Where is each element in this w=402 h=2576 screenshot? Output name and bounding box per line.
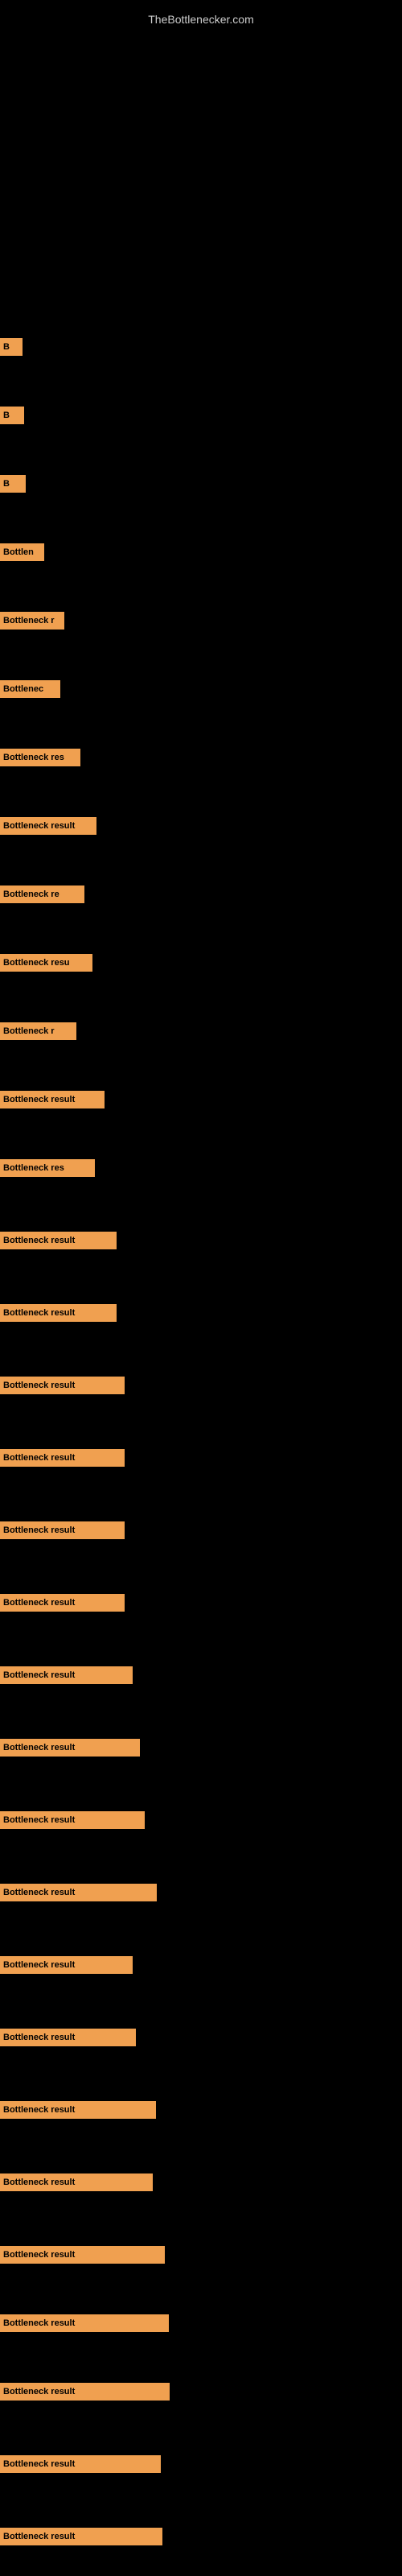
bar-label: B [3,411,10,420]
bar-label: Bottleneck result [3,1888,75,1897]
bar-row-13: Bottleneck res [0,1159,95,1177]
bar-row-23: Bottleneck result [0,1884,157,1901]
bar-row-3: B [0,475,26,493]
site-title: TheBottlenecker.com [0,6,402,32]
bar-row-31: Bottleneck result [0,2455,161,2473]
bar-label: Bottleneck result [3,2250,75,2260]
bar-label: B [3,479,10,489]
bar-label: Bottleneck result [3,1236,75,1245]
bar-label: Bottleneck result [3,1960,75,1970]
bar-row-24: Bottleneck result [0,1956,133,1974]
bar-row-9: Bottleneck re [0,886,84,903]
bar-label: Bottleneck result [3,821,75,831]
bar-row-12: Bottleneck result [0,1091,105,1108]
bar-row-8: Bottleneck result [0,817,96,835]
bar-row-27: Bottleneck result [0,2174,153,2191]
bar-label: Bottleneck result [3,2105,75,2115]
bar-row-29: Bottleneck result [0,2314,169,2332]
bar-label: Bottleneck r [3,616,55,625]
bar-label: Bottleneck result [3,1815,75,1825]
bar-row-2: B [0,407,24,424]
bar-row-7: Bottleneck res [0,749,80,766]
bar-label: Bottleneck result [3,1308,75,1318]
bar-label: Bottleneck result [3,1453,75,1463]
bar-row-14: Bottleneck result [0,1232,117,1249]
bar-row-21: Bottleneck result [0,1739,140,1757]
bar-row-6: Bottlenec [0,680,60,698]
bar-label: Bottleneck result [3,2318,75,2328]
bar-label: Bottleneck res [3,1163,64,1173]
bar-row-26: Bottleneck result [0,2101,156,2119]
bar-row-28: Bottleneck result [0,2246,165,2264]
bar-label: Bottleneck result [3,1381,75,1390]
bar-label: Bottleneck r [3,1026,55,1036]
bar-label: B [3,342,10,352]
bar-row-32: Bottleneck result [0,2528,162,2545]
bar-label: Bottleneck result [3,1525,75,1535]
bar-label: Bottleneck result [3,2459,75,2469]
bar-row-5: Bottleneck r [0,612,64,630]
bar-label: Bottleneck result [3,1095,75,1104]
bar-label: Bottleneck result [3,2178,75,2187]
bar-row-19: Bottleneck result [0,1594,125,1612]
bar-row-17: Bottleneck result [0,1449,125,1467]
bar-label: Bottleneck result [3,1743,75,1752]
bar-label: Bottleneck result [3,2387,75,2396]
bar-row-1: B [0,338,23,356]
bar-label: Bottleneck result [3,2033,75,2042]
bar-row-15: Bottleneck result [0,1304,117,1322]
bar-row-11: Bottleneck r [0,1022,76,1040]
bar-row-10: Bottleneck resu [0,954,92,972]
bar-row-22: Bottleneck result [0,1811,145,1829]
bar-row-30: Bottleneck result [0,2383,170,2401]
bar-label: Bottleneck result [3,1670,75,1680]
bar-label: Bottleneck re [3,890,59,899]
bar-label: Bottleneck result [3,1598,75,1608]
bar-row-16: Bottleneck result [0,1377,125,1394]
bar-label: Bottleneck resu [3,958,70,968]
bar-row-25: Bottleneck result [0,2029,136,2046]
bar-label: Bottlen [3,547,34,557]
bar-label: Bottleneck res [3,753,64,762]
bar-label: Bottleneck result [3,2532,75,2541]
bar-row-4: Bottlen [0,543,44,561]
bar-row-20: Bottleneck result [0,1666,133,1684]
bar-label: Bottlenec [3,684,43,694]
bar-row-18: Bottleneck result [0,1521,125,1539]
